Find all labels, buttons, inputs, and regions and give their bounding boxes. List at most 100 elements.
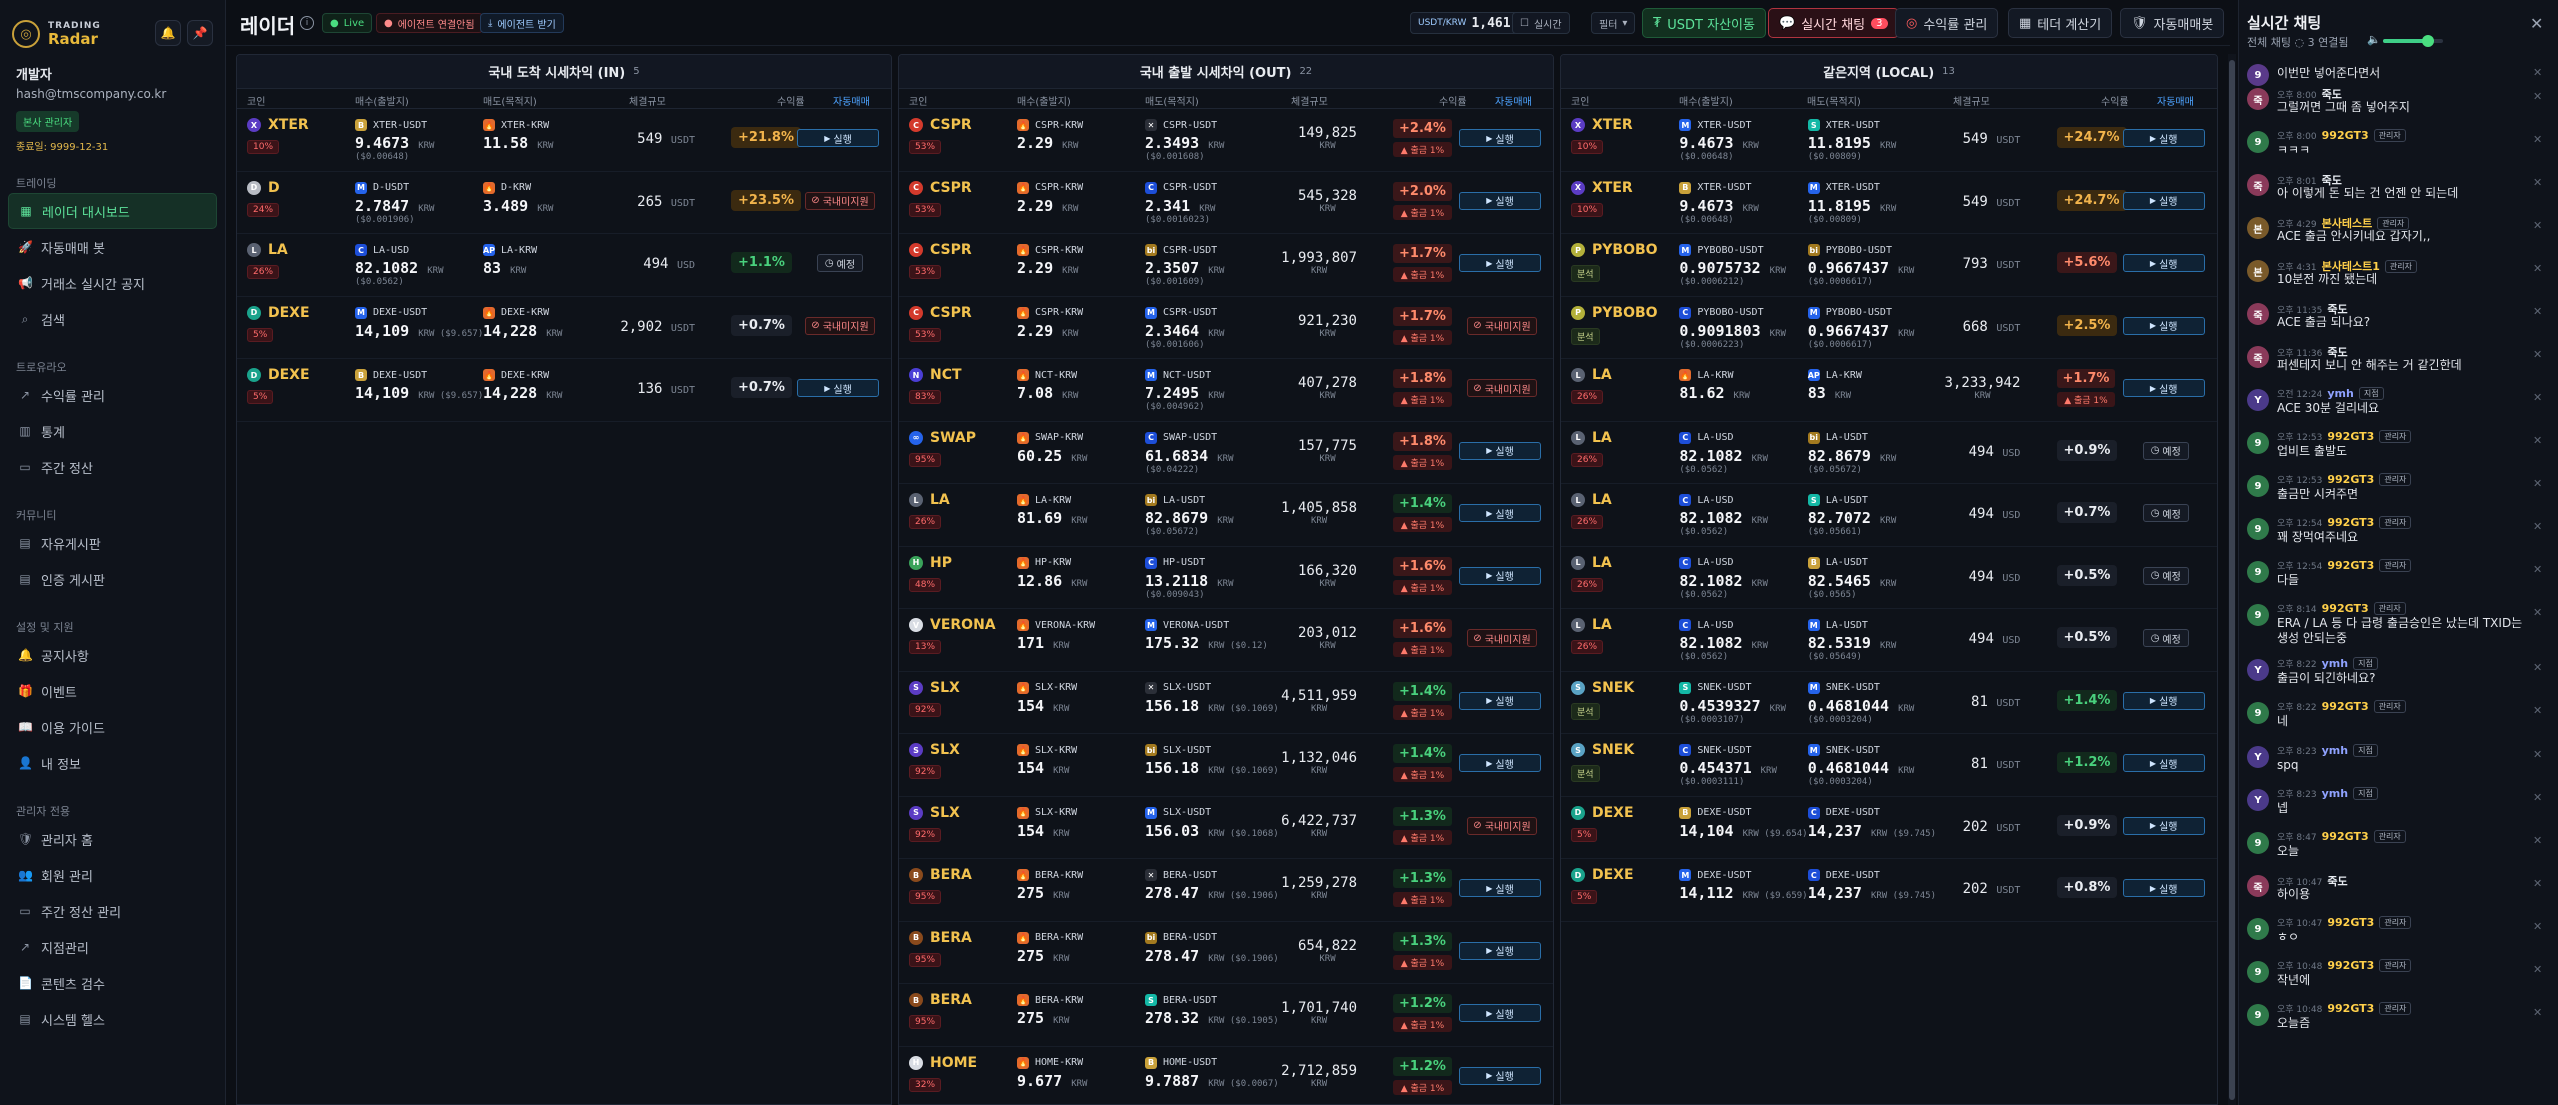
exchange-sell-cell[interactable]: M PYBOBO-USDT 0.9667437 KRW ($0.0006617) bbox=[1807, 306, 1914, 350]
coin-cell[interactable]: L LA 26% bbox=[1571, 492, 1612, 529]
exchange-sell-cell[interactable]: M CSPR-USDT 2.3464 KRW ($0.001606) bbox=[1145, 306, 1224, 350]
coin-cell[interactable]: P PYBOBO 분석 bbox=[1571, 305, 1658, 345]
run-button[interactable]: 실행 bbox=[1459, 504, 1541, 522]
exchange-buy-cell[interactable]: S SNEK-USDT 0.4539327 KRW ($0.0003107) bbox=[1679, 681, 1786, 725]
delete-message-icon[interactable]: ✕ bbox=[2533, 133, 2542, 146]
message-user[interactable]: 992GT3 bbox=[2327, 959, 2374, 972]
nav-item-trading-2[interactable]: 📢 거래소 실시간 공지 bbox=[0, 265, 225, 301]
coin-cell[interactable]: D DEXE 5% bbox=[1571, 805, 1634, 842]
delete-message-icon[interactable]: ✕ bbox=[2533, 391, 2542, 404]
run-button[interactable]: 실행 bbox=[2122, 691, 2205, 710]
exchange-buy-cell[interactable]: 🔥 BERA-KRW 275 KRW bbox=[1017, 931, 1083, 965]
coin-cell[interactable]: P PYBOBO 분석 bbox=[1571, 242, 1658, 282]
coin-cell[interactable]: S SNEK 분석 bbox=[1571, 680, 1634, 720]
exchange-sell-cell[interactable]: C CSPR-USDT 2.341 KRW ($0.0016023) bbox=[1145, 181, 1217, 225]
exchange-sell-cell[interactable]: AP LA-KRW 83 KRW bbox=[1808, 369, 1862, 402]
delete-message-icon[interactable]: ✕ bbox=[2533, 920, 2542, 933]
exchange-sell-cell[interactable]: ✕ BERA-USDT 278.47 KRW ($0.1906) bbox=[1145, 869, 1279, 902]
scheduled-button[interactable]: ◷ 예정 bbox=[2142, 504, 2189, 522]
exchange-sell-cell[interactable]: bi LA-USDT 82.8679 KRW ($0.05672) bbox=[1145, 494, 1234, 537]
nav-item-admin-3[interactable]: ↗ 지점관리 bbox=[0, 929, 225, 965]
delete-message-icon[interactable]: ✕ bbox=[2533, 834, 2542, 847]
exchange-sell-cell[interactable]: bi CSPR-USDT 2.3507 KRW ($0.001609) bbox=[1145, 244, 1224, 287]
exchange-buy-cell[interactable]: M D-USDT 2.7847 KRW ($0.001906) bbox=[355, 181, 434, 225]
delete-message-icon[interactable]: ✕ bbox=[2533, 305, 2542, 318]
coin-cell[interactable]: D D 24% bbox=[247, 180, 280, 217]
run-button[interactable]: 실행 bbox=[2122, 879, 2205, 897]
filter-dropdown[interactable]: 필터 ▾ bbox=[1591, 12, 1636, 34]
run-button[interactable]: 실행 bbox=[1459, 754, 1541, 772]
coin-cell[interactable]: H HOME 32% bbox=[909, 1055, 977, 1092]
run-button[interactable]: 실행 bbox=[797, 129, 879, 147]
unsupported-button[interactable]: ⊘ 국내미지원 bbox=[1467, 316, 1537, 335]
message-user[interactable]: 992GT3 bbox=[2327, 559, 2374, 572]
exchange-buy-cell[interactable]: M XTER-USDT 9.4673 KRW ($0.00648) bbox=[1679, 119, 1759, 162]
message-user[interactable]: 992GT3 bbox=[2327, 473, 2374, 486]
delete-message-icon[interactable]: ✕ bbox=[2533, 348, 2542, 361]
coin-cell[interactable]: B BERA 95% bbox=[909, 867, 972, 904]
delete-message-icon[interactable]: ✕ bbox=[2533, 477, 2542, 490]
exchange-sell-cell[interactable]: M XTER-USDT 11.8195 KRW ($0.00809) bbox=[1807, 181, 1896, 225]
exchange-buy-cell[interactable]: 🔥 SLX-KRW 154 KRW bbox=[1017, 681, 1077, 715]
message-user[interactable]: 992GT3 bbox=[2327, 430, 2374, 443]
exchange-sell-cell[interactable]: bi BERA-USDT 278.47 KRW ($0.1906) bbox=[1145, 931, 1279, 965]
exchange-sell-cell[interactable]: C DEXE-USDT 14,237 KRW ($9.745) bbox=[1807, 806, 1936, 840]
nav-item-admin-2[interactable]: ▭ 주간 정산 관리 bbox=[0, 893, 225, 929]
exchange-sell-cell[interactable]: 🔥 D-KRW 3.489 KRW bbox=[483, 181, 553, 215]
run-button[interactable]: 실행 bbox=[2122, 816, 2205, 835]
message-user[interactable]: 992GT3 bbox=[2322, 830, 2369, 843]
exchange-buy-cell[interactable]: M DEXE-USDT 14,112 KRW ($9.659) bbox=[1679, 869, 1808, 902]
coin-cell[interactable]: C CSPR 53% bbox=[909, 180, 972, 217]
exchange-sell-cell[interactable]: B HOME-USDT 9.7887 KRW ($0.0067) bbox=[1145, 1056, 1279, 1090]
delete-message-icon[interactable]: ✕ bbox=[2533, 66, 2542, 79]
exchange-sell-cell[interactable]: ✕ SLX-USDT 156.18 KRW ($0.1069) bbox=[1145, 681, 1279, 715]
nav-item-admin-1[interactable]: 👥 회원 관리 bbox=[0, 857, 225, 893]
coin-cell[interactable]: B BERA 95% bbox=[909, 930, 972, 967]
nav-item-tools-1[interactable]: ▥ 통계 bbox=[0, 413, 225, 449]
coin-cell[interactable]: D DEXE 5% bbox=[247, 367, 310, 404]
nav-item-community-1[interactable]: ▤ 인증 게시판 bbox=[0, 561, 225, 597]
scheduled-button[interactable]: ◷ 예정 bbox=[817, 254, 863, 272]
exchange-sell-cell[interactable]: AP LA-KRW 83 KRW bbox=[483, 244, 537, 277]
autotrade-bot-button[interactable]: 🛡 자동매매봇 bbox=[2120, 8, 2225, 38]
exchange-sell-cell[interactable]: bi SLX-USDT 156.18 KRW ($0.1069) bbox=[1145, 744, 1279, 777]
exchange-sell-cell[interactable]: 🔥 XTER-KRW 11.58 KRW bbox=[483, 119, 553, 152]
exchange-buy-cell[interactable]: B DEXE-USDT 14,104 KRW ($9.654) bbox=[1679, 806, 1808, 840]
column-header[interactable]: 자동매매 bbox=[1495, 93, 1532, 108]
delete-message-icon[interactable]: ✕ bbox=[2533, 176, 2542, 189]
exchange-buy-cell[interactable]: 🔥 CSPR-KRW 2.29 KRW bbox=[1017, 119, 1083, 152]
delete-message-icon[interactable]: ✕ bbox=[2533, 791, 2542, 804]
run-button[interactable]: 실행 bbox=[2122, 379, 2205, 397]
coin-cell[interactable]: X XTER 10% bbox=[1571, 180, 1633, 217]
message-user[interactable]: 992GT3 bbox=[2327, 516, 2374, 529]
run-button[interactable]: 실행 bbox=[1459, 566, 1541, 585]
scheduled-button[interactable]: ◷ 예정 bbox=[2142, 566, 2189, 585]
unsupported-button[interactable]: ⊘ 국내미지원 bbox=[805, 316, 875, 335]
exchange-buy-cell[interactable]: 🔥 HOME-KRW 9.677 KRW bbox=[1017, 1056, 1087, 1090]
exchange-sell-cell[interactable]: C HP-USDT 13.2118 KRW ($0.009043) bbox=[1145, 556, 1234, 600]
nav-item-trading-0[interactable]: ▦ 레이더 대시보드 bbox=[8, 193, 217, 229]
exchange-buy-cell[interactable]: C LA-USD 82.1082 KRW ($0.0562) bbox=[355, 244, 444, 287]
exchange-buy-cell[interactable]: 🔥 LA-KRW 81.62 KRW bbox=[1679, 369, 1750, 402]
exchange-sell-cell[interactable]: S LA-USDT 82.7072 KRW ($0.05661) bbox=[1807, 494, 1896, 537]
message-user[interactable]: 992GT3 bbox=[2327, 916, 2374, 929]
profit-management-button[interactable]: ◎ 수익률 관리 bbox=[1895, 8, 1999, 38]
coin-cell[interactable]: S SNEK 분석 bbox=[1571, 742, 1634, 782]
run-button[interactable]: 실행 bbox=[2122, 754, 2205, 772]
exchange-buy-cell[interactable]: B DEXE-USDT 14,109 KRW ($9.657) bbox=[355, 369, 483, 402]
nav-item-settings-0[interactable]: 🔔 공지사항 bbox=[0, 637, 225, 673]
nav-item-settings-3[interactable]: 👤 내 정보 bbox=[0, 745, 225, 781]
exchange-buy-cell[interactable]: 🔥 HP-KRW 12.86 KRW bbox=[1017, 556, 1087, 590]
delete-message-icon[interactable]: ✕ bbox=[2533, 963, 2542, 976]
exchange-sell-cell[interactable]: bi LA-USDT 82.8679 KRW ($0.05672) bbox=[1807, 431, 1896, 475]
nav-item-tools-2[interactable]: ▭ 주간 정산 bbox=[0, 449, 225, 485]
message-user[interactable]: ymh bbox=[2322, 657, 2348, 670]
pin-icon[interactable]: 📌 bbox=[187, 20, 213, 46]
unsupported-button[interactable]: ⊘ 국내미지원 bbox=[1467, 379, 1537, 397]
exchange-buy-cell[interactable]: 🔥 SLX-KRW 154 KRW bbox=[1017, 806, 1077, 840]
run-button[interactable]: 실행 bbox=[1459, 691, 1541, 710]
nav-item-admin-5[interactable]: ▤ 시스템 헬스 bbox=[0, 1001, 225, 1037]
unsupported-button[interactable]: ⊘ 국내미지원 bbox=[805, 191, 875, 210]
delete-message-icon[interactable]: ✕ bbox=[2533, 90, 2542, 103]
exchange-sell-cell[interactable]: ✕ CSPR-USDT 2.3493 KRW ($0.001608) bbox=[1145, 119, 1224, 162]
